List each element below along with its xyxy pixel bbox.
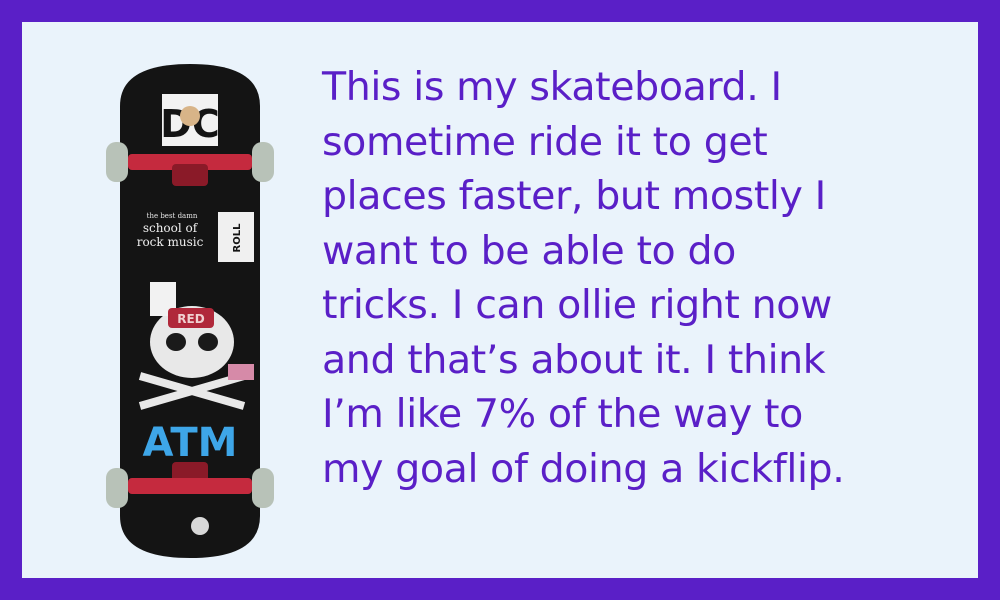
caption-line-7: I’m like 7% of the way to	[322, 391, 803, 437]
pink-sticker	[228, 364, 254, 380]
red-sticker-text: RED	[177, 312, 204, 326]
caption-line-5: tricks. I can ollie right now	[322, 282, 832, 328]
caption-line-1: This is my skateboard. I	[322, 64, 782, 110]
atm-logo-text: ATM	[143, 420, 238, 466]
bottom-left-wheel	[106, 468, 128, 508]
skull-eye-right	[198, 333, 218, 351]
apple-sticker	[191, 517, 209, 535]
roll-sticker-text: ROLL	[232, 223, 243, 253]
caption-line-2: sometime ride it to get	[322, 118, 768, 165]
caption-line-6: and that’s about it. I think	[322, 336, 826, 383]
top-left-wheel	[106, 142, 128, 182]
top-truck-base	[172, 164, 208, 186]
school-line1: school of	[143, 221, 199, 235]
caption-text: This is my skateboard. I sometime ride i…	[322, 60, 962, 496]
skateboard-image: DC the best damn school of rock music RO…	[100, 46, 280, 566]
skull-eye-left	[166, 333, 186, 351]
top-right-wheel	[252, 142, 274, 182]
face-sticker	[180, 106, 200, 126]
school-line2: rock music	[137, 235, 204, 249]
bottom-truck	[128, 478, 252, 494]
bottom-right-wheel	[252, 468, 274, 508]
caption-line-4: want to be able to do	[322, 227, 736, 274]
school-small-text: the best damn	[147, 212, 198, 220]
caption-line-3: places faster, but mostly I	[322, 173, 826, 219]
card-panel: DC the best damn school of rock music RO…	[22, 22, 978, 578]
caption-line-8: my goal of doing a kickflip.	[322, 445, 845, 492]
